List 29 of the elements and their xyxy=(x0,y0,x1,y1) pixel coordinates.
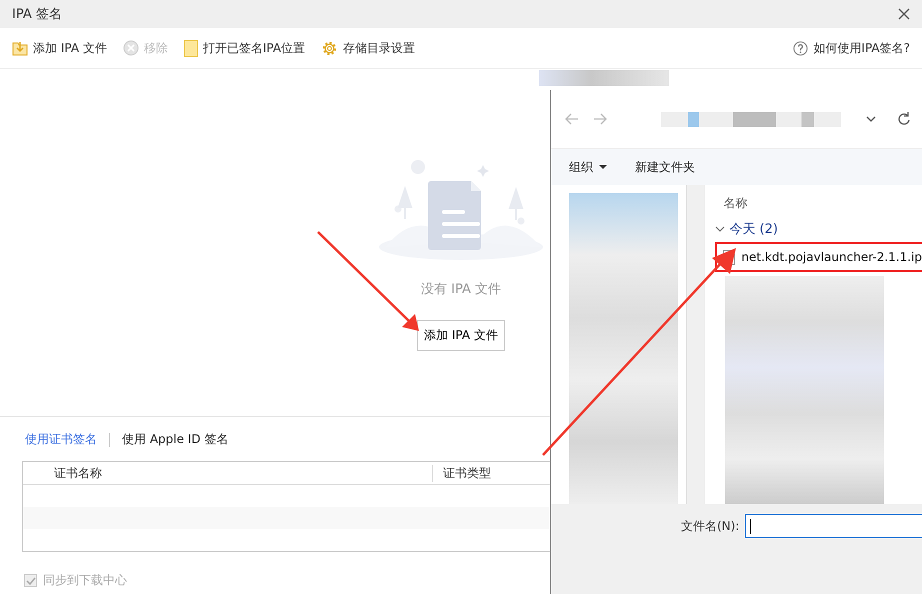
add-file-button[interactable]: 添加 IPA 文件 xyxy=(417,320,505,351)
column-header: 证书类型 xyxy=(442,464,491,482)
organize-menu[interactable]: 组织 xyxy=(569,158,607,176)
sign-tab[interactable]: 使用 Apple ID 签名 xyxy=(122,431,228,448)
filename-field[interactable] xyxy=(745,514,922,538)
toolbar-button[interactable]: 添加 IPA 文件 xyxy=(12,40,107,56)
folder-download-icon xyxy=(12,40,28,56)
chevron-down-icon[interactable] xyxy=(866,116,876,122)
column-header: 证书名称 xyxy=(23,464,433,482)
close-icon[interactable] xyxy=(898,8,910,20)
sync-label: 同步到下载中心 xyxy=(43,572,127,589)
group-header[interactable]: 今天 (2) xyxy=(729,220,778,238)
new-folder-button[interactable]: 新建文件夹 xyxy=(635,158,695,176)
remove-icon xyxy=(122,40,139,56)
toolbar-button[interactable]: 打开已签名IPA位置 xyxy=(184,40,306,56)
chevron-down-icon[interactable] xyxy=(715,226,726,232)
help-link[interactable]: 如何使用IPA签名? xyxy=(793,40,910,56)
refresh-icon[interactable] xyxy=(898,112,910,126)
gear-icon xyxy=(321,40,338,56)
window-title: IPA 签名 xyxy=(12,6,62,23)
scrollbar[interactable] xyxy=(686,185,704,504)
toolbar-button[interactable]: 存储目录设置 xyxy=(321,40,416,56)
column-header: 名称 xyxy=(722,195,748,212)
empty-message: 没有 IPA 文件 xyxy=(421,281,501,298)
dropdown-icon xyxy=(599,165,607,169)
file-icon xyxy=(184,40,198,56)
help-icon xyxy=(793,40,808,56)
filename-label: 文件名(N): xyxy=(681,518,740,535)
sign-tab[interactable]: 使用证书签名 xyxy=(25,431,97,448)
